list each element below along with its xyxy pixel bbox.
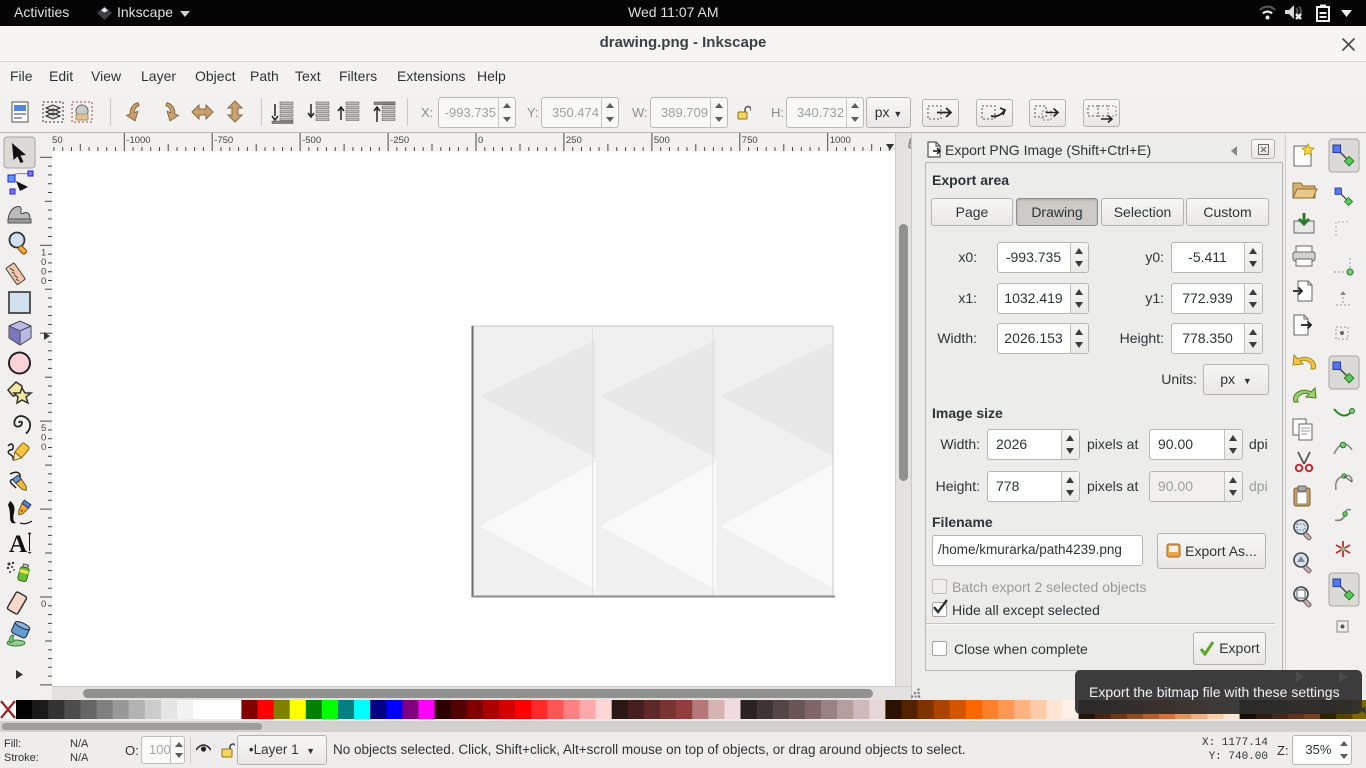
svg-text:-1000: -1000 xyxy=(126,135,150,146)
svg-text:-250: -250 xyxy=(390,135,409,146)
svg-text:500: 500 xyxy=(654,135,670,146)
svg-text:-1250: -1250 xyxy=(52,135,63,146)
svg-text:-500: -500 xyxy=(302,135,321,146)
svg-text:250: 250 xyxy=(566,135,582,146)
svg-text:0: 0 xyxy=(478,135,483,146)
svg-text:750: 750 xyxy=(742,135,758,146)
svg-text:1000: 1000 xyxy=(830,135,851,146)
svg-text:0: 0 xyxy=(41,442,46,453)
svg-text:A: A xyxy=(9,531,27,558)
svg-text:0: 0 xyxy=(41,599,46,610)
svg-text:0: 0 xyxy=(41,276,46,287)
svg-text:-750: -750 xyxy=(214,135,233,146)
